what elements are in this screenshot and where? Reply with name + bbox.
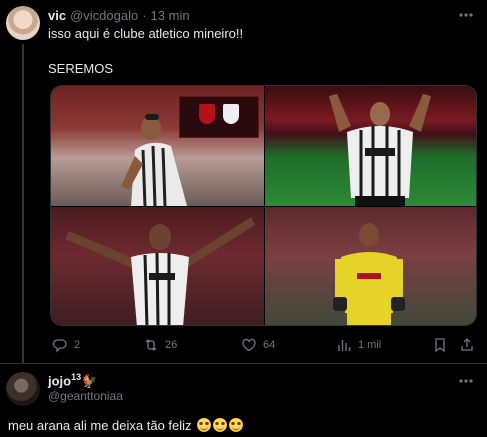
bookmark-icon (435, 338, 445, 353)
player-figure (121, 114, 187, 206)
views-count: 1 mil (358, 339, 382, 351)
player-figure (329, 94, 431, 206)
more-options-icon[interactable] (457, 8, 475, 22)
reply-author-name[interactable]: jojo (48, 373, 71, 388)
share-button[interactable] (459, 335, 481, 355)
retweet-count: 26 (165, 339, 178, 351)
views-chart-icon (338, 340, 351, 351)
tweet-action-bar: 2 26 64 1 mil (48, 335, 478, 355)
heart-icon (242, 338, 256, 352)
media-grid (50, 85, 477, 326)
player-figure (65, 217, 255, 325)
reply-icon (52, 339, 67, 353)
retweet-button[interactable]: 26 (143, 335, 177, 355)
media-photo-4[interactable] (265, 207, 476, 325)
thread-connector-line (22, 44, 24, 364)
tweet-header: vic @vicdogalo · 13 min (48, 6, 190, 24)
crest-white (223, 104, 239, 124)
reply-count: 2 (74, 339, 81, 351)
tweet-timestamp[interactable]: 13 min (151, 8, 190, 23)
author-handle[interactable]: @vicdogalo (70, 8, 138, 23)
author-name[interactable]: vic (48, 8, 66, 23)
reply-text-line: meu arana ali me deixa tão feliz (8, 418, 244, 433)
reply-header: jojo13🐓 (48, 372, 97, 389)
tweet-text-line-1: isso aqui é clube atletico mineiro!! (48, 26, 244, 41)
reply-author-avatar[interactable] (6, 372, 40, 406)
crest-red (199, 104, 215, 124)
tweet-divider (0, 363, 487, 364)
reply-author-handle[interactable]: @geanttoniaa (48, 389, 123, 403)
like-button[interactable]: 64 (241, 335, 275, 355)
smiling-face-with-tear-emoji (213, 418, 228, 432)
media-photo-2[interactable] (265, 86, 476, 206)
player-figure (333, 223, 405, 325)
smiling-face-with-tear-emoji (197, 418, 212, 432)
bookmark-button[interactable] (432, 335, 454, 355)
stadium-scoreboard (179, 96, 259, 138)
media-photo-3[interactable] (51, 207, 264, 325)
tweet-text-line-2: SEREMOS (48, 61, 114, 76)
rooster-emoji: 🐓 (81, 373, 98, 389)
reply-text: meu arana ali me deixa tão feliz (8, 418, 192, 433)
views-button[interactable]: 1 mil (336, 335, 381, 355)
like-count: 64 (263, 339, 276, 351)
retweet-icon (145, 339, 157, 351)
share-icon (461, 338, 473, 351)
reply-button[interactable]: 2 (52, 335, 80, 355)
smiling-face-with-tear-emoji (229, 418, 244, 432)
more-options-icon[interactable] (457, 374, 475, 388)
reply-author-superscript: 13 (71, 372, 82, 382)
header-separator: · (142, 7, 147, 23)
media-photo-1[interactable] (51, 86, 264, 206)
author-avatar[interactable] (6, 6, 40, 40)
